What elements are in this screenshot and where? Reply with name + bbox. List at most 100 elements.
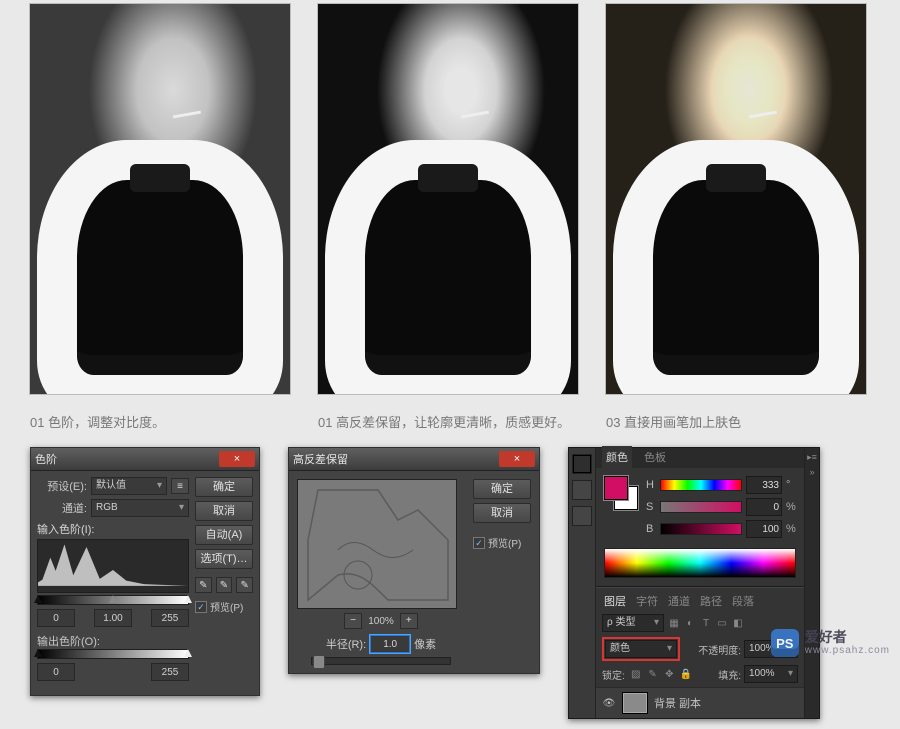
input-slider[interactable]	[37, 595, 189, 605]
layer-row[interactable]: 👁 背景 副本	[596, 687, 804, 718]
lock-move-icon[interactable]: ✥	[662, 669, 676, 680]
layer-thumbnail[interactable]	[622, 692, 648, 714]
tool-icon[interactable]	[572, 454, 592, 474]
auto-button[interactable]: 自动(A)	[195, 525, 253, 545]
close-icon[interactable]: ×	[219, 451, 255, 467]
layer-filter-dropdown[interactable]: ρ 类型	[602, 614, 664, 632]
options-button[interactable]: 选项(T)…	[195, 549, 253, 569]
gamma-handle[interactable]	[109, 595, 117, 603]
tab-channels[interactable]: 通道	[666, 592, 692, 610]
output-slider[interactable]	[37, 649, 189, 659]
cigarette-shape	[461, 111, 489, 119]
filter-shape-icon[interactable]: ▭	[716, 618, 728, 629]
watermark-cn: 爱好者	[805, 630, 890, 645]
tab-layers[interactable]: 图层	[602, 592, 628, 610]
eyedropper-black-icon[interactable]: ✎	[195, 577, 212, 593]
color-spectrum[interactable]	[604, 548, 796, 578]
eyedropper-gray-icon[interactable]: ✎	[216, 577, 233, 593]
channel-dropdown[interactable]: RGB	[91, 499, 189, 517]
radius-slider[interactable]	[311, 657, 451, 665]
tab-swatches[interactable]: 色板	[640, 446, 670, 468]
out-black-handle[interactable]	[34, 649, 42, 657]
lock-trans-icon[interactable]: ▨	[629, 669, 643, 680]
highpass-titlebar[interactable]: 高反差保留 ×	[289, 448, 539, 471]
zoom-in-button[interactable]: +	[400, 613, 418, 629]
tool-icon[interactable]	[572, 480, 592, 500]
cancel-button[interactable]: 取消	[195, 501, 253, 521]
close-icon[interactable]: ×	[499, 451, 535, 467]
panel-collapse-icon[interactable]: »	[809, 467, 814, 477]
visibility-eye-icon[interactable]: 👁	[602, 696, 616, 710]
tab-color[interactable]: 颜色	[602, 446, 632, 468]
zoom-out-button[interactable]: −	[344, 613, 362, 629]
vest-shape	[77, 180, 243, 375]
watermark-logo: PS	[771, 629, 799, 657]
output-levels-label: 输出色阶(O):	[37, 633, 189, 649]
channel-label: 通道:	[37, 500, 87, 516]
radius-input[interactable]	[370, 635, 410, 653]
output-black[interactable]	[37, 663, 75, 681]
eyedropper-white-icon[interactable]: ✎	[236, 577, 253, 593]
panel-menu-icon[interactable]: ▸≡	[807, 452, 817, 463]
portrait-original	[30, 4, 290, 394]
histogram	[37, 539, 189, 593]
cigarette-shape	[173, 111, 201, 119]
cancel-button[interactable]: 取消	[473, 503, 531, 523]
input-black[interactable]	[37, 609, 75, 627]
output-white[interactable]	[151, 663, 189, 681]
preset-label: 预设(E):	[37, 478, 87, 494]
filter-smart-icon[interactable]: ◧	[732, 618, 744, 629]
hue-slider[interactable]	[660, 479, 742, 491]
color-tabs: 颜色 色板	[596, 448, 804, 468]
vest-shape	[365, 180, 531, 375]
preset-menu-icon[interactable]: ≡	[171, 478, 189, 494]
tab-paragraph[interactable]: 段落	[730, 592, 756, 610]
input-levels-label: 输入色阶(I):	[37, 521, 189, 537]
bowtie-shape	[130, 164, 190, 192]
input-gamma[interactable]	[94, 609, 132, 627]
preset-dropdown[interactable]: 默认值	[91, 477, 167, 495]
lock-all-icon[interactable]: 🔒	[679, 669, 693, 680]
watermark-url: www.psahz.com	[805, 645, 890, 656]
ok-button[interactable]: 确定	[473, 479, 531, 499]
preview-checkbox[interactable]: ✓	[195, 601, 207, 613]
tab-character[interactable]: 字符	[634, 592, 660, 610]
fill-dropdown[interactable]: 100%	[744, 665, 798, 683]
black-point-handle[interactable]	[34, 595, 42, 603]
preview-checkbox[interactable]: ✓	[473, 537, 485, 549]
tab-paths[interactable]: 路径	[698, 592, 724, 610]
color-swatches[interactable]	[604, 476, 638, 510]
degree-unit: °	[786, 479, 796, 491]
levels-titlebar[interactable]: 色阶 ×	[31, 448, 259, 471]
sat-slider[interactable]	[660, 501, 742, 513]
preview-label: 预览(P)	[488, 535, 521, 550]
ok-button[interactable]: 确定	[195, 477, 253, 497]
filter-type-icon[interactable]: T	[700, 618, 712, 629]
sat-input[interactable]	[746, 498, 782, 516]
levels-title: 色阶	[35, 451, 57, 467]
opacity-label: 不透明度:	[698, 642, 741, 657]
caption-3: 03 直接用画笔加上肤色	[606, 412, 866, 431]
caption-1: 01 色阶，调整对比度。	[30, 412, 290, 431]
bri-slider[interactable]	[660, 523, 742, 535]
hue-input[interactable]	[746, 476, 782, 494]
filter-pixel-icon[interactable]: ▦	[668, 618, 680, 629]
radius-unit: 像素	[414, 636, 436, 652]
fg-color-swatch[interactable]	[604, 476, 628, 500]
ps-mini-toolbar	[569, 448, 596, 718]
portrait-highpass	[318, 4, 578, 394]
preview-label: 预览(P)	[210, 599, 243, 614]
filter-adjust-icon[interactable]: ◐	[684, 618, 696, 629]
radius-slider-handle[interactable]	[313, 655, 325, 669]
fill-label: 填充:	[718, 667, 741, 682]
white-point-handle[interactable]	[184, 595, 192, 603]
bri-input[interactable]	[746, 520, 782, 538]
lock-paint-icon[interactable]: ✎	[646, 669, 660, 680]
lock-label: 锁定:	[602, 667, 625, 682]
tool-icon[interactable]	[572, 506, 592, 526]
input-white[interactable]	[151, 609, 189, 627]
out-white-handle[interactable]	[184, 649, 192, 657]
highpass-preview[interactable]	[297, 479, 457, 609]
blend-mode-dropdown[interactable]: 颜色	[605, 640, 677, 658]
bowtie-shape	[418, 164, 478, 192]
